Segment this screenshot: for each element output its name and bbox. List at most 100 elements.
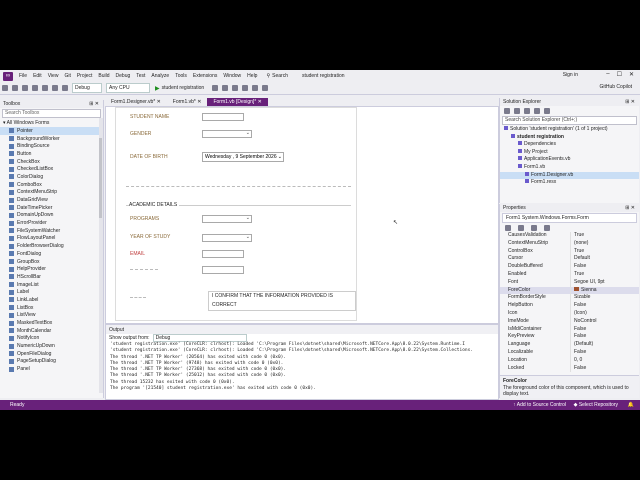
property-row[interactable]: Icon (Icon) (500, 309, 639, 318)
toolbox-item[interactable]: MonthCalendar (0, 327, 103, 335)
toolbox-item[interactable]: ImageList (0, 281, 103, 289)
toolbox-item[interactable]: FontDialog (0, 250, 103, 258)
toolbox-item[interactable]: NumericUpDown (0, 342, 103, 350)
menu-item-tools[interactable]: Tools (172, 73, 190, 79)
show-all-files-icon[interactable] (534, 107, 540, 114)
output-source-select[interactable]: Debug (152, 334, 247, 342)
property-row[interactable]: Localizable False (500, 348, 639, 357)
toolbox-item[interactable]: PageSetupDialog (0, 358, 103, 366)
property-value[interactable]: (none) (570, 239, 639, 248)
categorized-icon[interactable] (505, 225, 511, 231)
toolbox-item[interactable]: FileSystemWatcher (0, 227, 103, 235)
student-registration-form[interactable]: STUDENT NAME GENDER ⌄ DATE OF BIRTH Wedn… (115, 107, 357, 321)
close-icon[interactable]: ✕ (256, 99, 262, 105)
property-row[interactable]: Locked False (500, 364, 639, 373)
property-value[interactable]: True (570, 247, 639, 256)
solution-tree-node[interactable]: My Project (500, 148, 639, 157)
toolbox-item[interactable]: CheckedListBox (0, 165, 103, 173)
toolbox-search-input[interactable]: Search Toolbox (2, 109, 101, 118)
property-value[interactable]: 0, 0 (570, 356, 639, 365)
toolbox-item[interactable]: ErrorProvider (0, 219, 103, 227)
property-value[interactable]: False (570, 302, 639, 310)
sign-in-link[interactable]: Sign in (563, 72, 578, 78)
solution-tree-node[interactable]: student registration (500, 133, 639, 142)
properties-object-select[interactable]: Form1 System.Windows.Forms.Form (502, 213, 637, 223)
back-icon[interactable] (2, 85, 8, 91)
toolbox-item[interactable]: DomainUpDown (0, 212, 103, 220)
github-copilot-button[interactable]: GitHub Copilot (599, 84, 632, 90)
menu-item-project[interactable]: Project (74, 73, 96, 79)
menu-item-test[interactable]: Test (133, 73, 148, 79)
property-row[interactable]: Language (Default) (500, 341, 639, 349)
add-to-source-control-button[interactable]: ↑ Add to Source Control (513, 402, 566, 408)
solution-tree-node[interactable]: Dependencies (500, 141, 639, 149)
toolbox-item[interactable]: ContextMenuStrip (0, 189, 103, 197)
property-value[interactable]: Sienna (570, 286, 639, 295)
refresh-icon[interactable] (222, 85, 229, 91)
property-value[interactable]: False (570, 333, 639, 342)
notifications-icon[interactable]: 🔔 (628, 402, 634, 408)
toolbox-item[interactable]: Label (0, 288, 103, 296)
property-row[interactable]: CausesValidation True (500, 232, 639, 240)
dob-datepicker[interactable]: Wednesday , 9 September 2026 ⌄ (202, 152, 284, 162)
toolbox-item[interactable]: Panel (0, 365, 103, 373)
menu-item-view[interactable]: View (45, 73, 62, 79)
property-row[interactable]: Font Segoe UI, 9pt (500, 278, 639, 287)
pin-icon[interactable]: ⊞ ✕ (625, 98, 635, 106)
toolbox-item[interactable]: ListView (0, 312, 103, 320)
property-value[interactable]: False (570, 263, 639, 271)
programs-combobox[interactable]: ⌄ (202, 215, 252, 223)
menu-item-window[interactable]: Window (220, 73, 244, 79)
toolbox-item[interactable]: FolderBrowserDialog (0, 242, 103, 250)
toolbox-item[interactable]: BackgroundWorker (0, 135, 103, 143)
menu-item-analyze[interactable]: Analyze (148, 73, 172, 79)
menu-item-debug[interactable]: Debug (113, 73, 134, 79)
save-icon[interactable] (32, 85, 38, 91)
property-row[interactable]: HelpButton False (500, 302, 639, 310)
solution-tree-node[interactable]: Form1.resx (500, 179, 639, 187)
property-row[interactable]: DoubleBuffered False (500, 263, 639, 271)
close-icon[interactable]: ✕ (196, 99, 201, 105)
toolbox-item[interactable]: FlowLayoutPanel (0, 235, 103, 243)
student-name-textbox[interactable] (202, 113, 244, 121)
hot-reload-icon[interactable] (212, 85, 219, 91)
sync-icon[interactable] (514, 107, 520, 114)
toolbox-item[interactable]: BindingSource (0, 142, 103, 150)
menu-item-edit[interactable]: Edit (30, 73, 45, 79)
properties-icon[interactable] (531, 225, 537, 231)
events-icon[interactable] (544, 225, 550, 231)
menu-item-git[interactable]: Git (61, 73, 73, 79)
close-icon[interactable]: ✕ (155, 99, 161, 105)
pin-icon[interactable]: ⊞ ✕ (625, 204, 635, 212)
grid-icon[interactable] (242, 85, 249, 91)
bring-front-icon[interactable] (252, 85, 259, 91)
toolbox-item[interactable]: ComboBox (0, 181, 103, 189)
toolbox-item[interactable]: HelpProvider (0, 265, 103, 273)
pin-icon[interactable]: ⊞ ✕ (89, 100, 99, 108)
toolbox-item[interactable]: DataGridView (0, 196, 103, 204)
search-box[interactable]: ⚲ Search (266, 73, 288, 79)
collapse-icon[interactable] (524, 107, 530, 114)
property-value[interactable]: (Icon) (570, 309, 639, 318)
alphabetical-icon[interactable] (518, 225, 524, 231)
redo-icon[interactable] (62, 85, 68, 91)
property-value[interactable]: True (570, 232, 639, 240)
toolbox-item[interactable]: ListBox (0, 304, 103, 312)
phone-textbox[interactable] (202, 266, 244, 274)
property-row[interactable]: ForeColor Sienna (500, 286, 639, 295)
toolbox-item[interactable]: LinkLabel (0, 296, 103, 304)
email-textbox[interactable] (202, 250, 244, 258)
toolbox-item[interactable]: ColorDialog (0, 173, 103, 181)
toolbox-scroll-thumb[interactable] (99, 138, 102, 218)
toolbox-item[interactable]: GroupBox (0, 258, 103, 266)
properties-icon[interactable] (544, 107, 550, 114)
property-row[interactable]: Cursor Default (500, 255, 639, 264)
toolbox-item[interactable]: DateTimePicker (0, 204, 103, 212)
toolbox-item[interactable]: Pointer (0, 127, 103, 135)
property-value[interactable]: Segoe UI, 9pt (570, 278, 639, 287)
minimize-icon[interactable]: – (606, 71, 609, 78)
start-button-label[interactable]: student registration (162, 85, 205, 91)
property-row[interactable]: Enabled True (500, 270, 639, 279)
toolbox-item[interactable]: MaskedTextBox (0, 319, 103, 327)
forward-icon[interactable] (12, 85, 18, 91)
